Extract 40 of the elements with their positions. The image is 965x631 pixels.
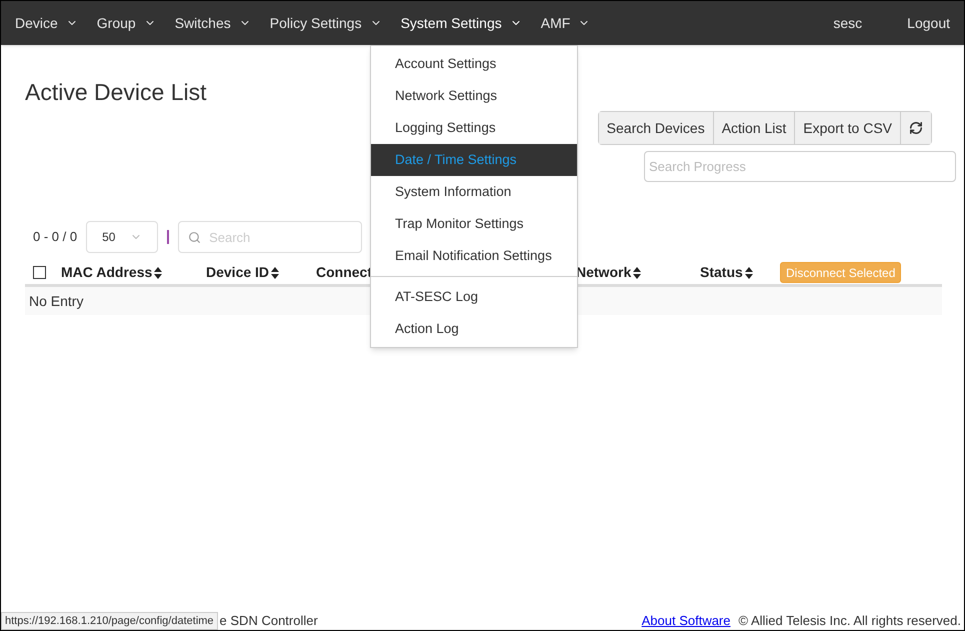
menu-item[interactable]: Date / Time Settings xyxy=(371,144,577,176)
column-header[interactable]: Device ID xyxy=(206,262,270,283)
column-header[interactable]: MAC Address xyxy=(61,262,152,283)
nav-menu[interactable]: System Settings xyxy=(400,12,522,34)
status-url: https://192.168.1.210/page/config/datetime xyxy=(1,612,218,630)
menu-item[interactable]: AT-SESC Log xyxy=(371,281,577,313)
about-link[interactable]: About Software xyxy=(642,610,730,630)
menu-item[interactable]: Logging Settings xyxy=(371,112,577,144)
sort-icon[interactable] xyxy=(633,266,642,278)
nav-menu[interactable]: AMF xyxy=(540,12,590,34)
user-name: sesc xyxy=(833,14,862,32)
menu-item[interactable]: Action Log xyxy=(371,313,577,345)
nav-menu[interactable]: Group xyxy=(96,12,156,34)
column-header[interactable]: Status xyxy=(700,262,743,283)
menu-item[interactable]: Trap Monitor Settings xyxy=(371,208,577,240)
menu-item[interactable]: System Information xyxy=(371,176,577,208)
page-size-select[interactable]: 50 xyxy=(86,221,158,253)
range-text: 0 - 0 / 0 xyxy=(33,228,78,246)
logout-link[interactable]: Logout xyxy=(907,12,950,34)
footer-text: e SDN Controller xyxy=(220,612,318,630)
copyright-text: © Allied Telesis Inc. All rights reserved. xyxy=(738,612,961,630)
search-icon xyxy=(188,231,202,244)
nav-menu[interactable]: Policy Settings xyxy=(270,12,382,34)
menu-item[interactable]: Network Settings xyxy=(371,80,577,112)
column-header[interactable]: Network xyxy=(576,262,632,283)
menu-item[interactable]: Email Notification Settings xyxy=(371,240,577,272)
nav-menu[interactable]: Device xyxy=(15,12,78,34)
sort-icon[interactable] xyxy=(154,266,162,278)
nav-menu[interactable]: Switches xyxy=(174,12,251,34)
toolbar-button[interactable]: Search Devices xyxy=(598,112,714,144)
sort-icon[interactable] xyxy=(744,266,753,278)
divider-mark xyxy=(167,230,170,244)
select-all-checkbox[interactable] xyxy=(33,266,46,279)
search-progress-field[interactable]: Search Progress xyxy=(644,151,956,182)
sort-icon[interactable] xyxy=(271,266,280,278)
refresh-icon xyxy=(909,121,923,135)
page-title: Active Device List xyxy=(25,78,207,107)
empty-message: No Entry xyxy=(29,292,84,311)
menu-item[interactable]: Account Settings xyxy=(371,48,577,80)
column-header[interactable]: Connect xyxy=(316,262,372,283)
